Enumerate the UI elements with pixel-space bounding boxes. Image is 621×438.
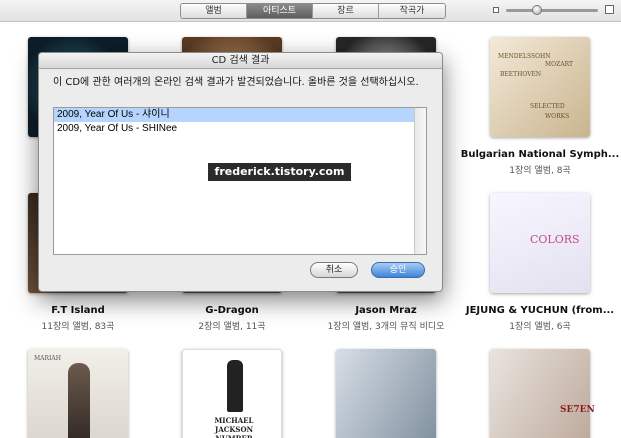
small-grid-icon bbox=[493, 7, 499, 13]
cover-text: MICHAEL JACKSON NUMBER ONES bbox=[214, 416, 254, 438]
cover-text: COLORS bbox=[530, 233, 580, 246]
zoom-slider-knob[interactable] bbox=[532, 5, 542, 15]
dialog-message: 이 CD에 관한 여러개의 온라인 검색 결과가 발견되었습니다. 올바른 것을… bbox=[53, 77, 419, 88]
large-grid-icon bbox=[605, 5, 614, 14]
tab-genres[interactable]: 장르 bbox=[313, 4, 379, 18]
figure-silhouette bbox=[227, 360, 243, 412]
artist-count: 1장의 앨범, 8곡 bbox=[509, 166, 571, 176]
tab-albums[interactable]: 앨범 bbox=[181, 4, 247, 18]
figure-silhouette bbox=[68, 363, 90, 438]
album-cover[interactable] bbox=[336, 349, 436, 438]
artist-count: 2장의 앨범, 11곡 bbox=[198, 322, 266, 332]
album-cover-mariah[interactable]: MARIAH bbox=[28, 349, 128, 438]
view-segmented-control: 앨범 아티스트 장르 작곡가 bbox=[180, 3, 446, 19]
album-cover-bulgarian[interactable]: MENDELSSOHN MOZART BEETHOVEN SELECTED WO… bbox=[490, 37, 590, 137]
cancel-button[interactable]: 취소 bbox=[310, 262, 358, 278]
cover-text: SELECTED bbox=[530, 103, 565, 110]
artist-name[interactable]: F.T Island bbox=[0, 305, 163, 316]
cover-text: MARIAH bbox=[34, 355, 61, 362]
artist-count: 11장의 앨범, 83곡 bbox=[41, 322, 115, 332]
cover-text: MOZART bbox=[545, 61, 573, 68]
artist-count: 1장의 앨범, 3개의 뮤직 비디오 bbox=[327, 322, 445, 332]
results-list[interactable]: 2009, Year Of Us - 샤이니 2009, Year Of Us … bbox=[53, 107, 427, 255]
artist-name[interactable]: JEJUNG & YUCHUN (from... bbox=[455, 305, 621, 316]
result-item[interactable]: 2009, Year Of Us - SHINee bbox=[54, 122, 426, 136]
watermark: frederick.tistory.com bbox=[208, 163, 351, 181]
artist-count: 1장의 앨범, 6곡 bbox=[509, 322, 571, 332]
cover-text: SE7EN bbox=[560, 405, 595, 415]
artist-name[interactable]: G-Dragon bbox=[147, 305, 317, 316]
toolbar: 앨범 아티스트 장르 작곡가 bbox=[0, 0, 621, 22]
dialog-title: CD 검색 결과 bbox=[39, 53, 442, 69]
album-cover-michael-jackson[interactable]: MICHAEL JACKSON NUMBER ONES bbox=[182, 349, 282, 438]
tab-artists[interactable]: 아티스트 bbox=[247, 4, 313, 18]
list-scrollbar[interactable] bbox=[414, 108, 426, 254]
cover-text: BEETHOVEN bbox=[500, 71, 542, 78]
album-cover-jejung-yuchun[interactable]: COLORS bbox=[490, 193, 590, 293]
result-item[interactable]: 2009, Year Of Us - 샤이니 bbox=[54, 108, 426, 122]
album-cover-se7en[interactable]: SE7EN bbox=[490, 349, 595, 438]
zoom-slider[interactable] bbox=[506, 9, 598, 12]
cover-text: WORKS bbox=[545, 113, 570, 120]
tab-composers[interactable]: 작곡가 bbox=[379, 4, 445, 18]
ok-button[interactable]: 승인 bbox=[371, 262, 425, 278]
cover-text: MENDELSSOHN bbox=[498, 53, 551, 60]
artist-name[interactable]: Jason Mraz bbox=[301, 305, 471, 316]
artist-name[interactable]: Bulgarian National Symph... bbox=[455, 149, 621, 160]
